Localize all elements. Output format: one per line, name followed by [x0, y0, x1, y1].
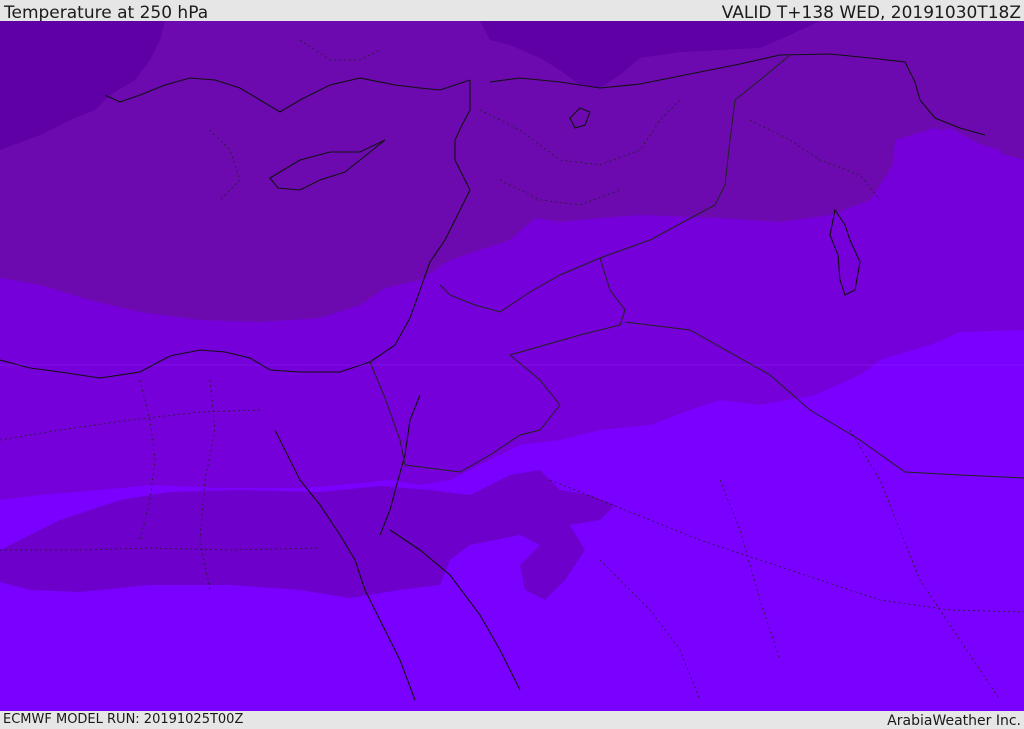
valid-time: VALID T+138 WED, 20191030T18Z — [721, 3, 1021, 23]
credit-label: ArabiaWeather Inc. — [887, 713, 1021, 729]
model-run-label: ECMWF MODEL RUN: 20191025T00Z — [3, 712, 244, 727]
map-panel[interactable] — [0, 21, 1024, 711]
temperature-map — [0, 21, 1024, 711]
map-title: Temperature at 250 hPa — [4, 3, 209, 23]
header-bar: Temperature at 250 hPa VALID T+138 WED, … — [0, 0, 1024, 23]
footer-bar: ECMWF MODEL RUN: 20191025T00Z ArabiaWeat… — [0, 711, 1024, 729]
